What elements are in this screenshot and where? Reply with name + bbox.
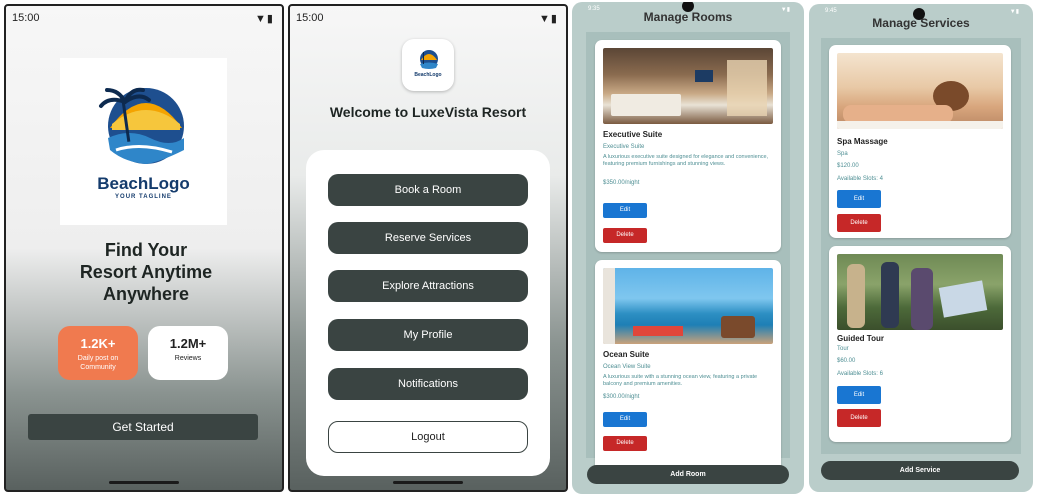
- my-profile-button[interactable]: My Profile: [328, 319, 528, 351]
- edit-button[interactable]: Edit: [603, 412, 647, 427]
- manage-rooms-screen: 9:35 ▼▮ Manage Rooms Executive Suite Exe…: [572, 2, 804, 494]
- status-bar: 15:00 ▼▮: [296, 12, 558, 26]
- chair-shape: [721, 316, 755, 338]
- welcome-title: Welcome to LuxeVista Resort: [329, 104, 527, 120]
- person-shape: [881, 262, 899, 328]
- room-name: Ocean Suite: [603, 350, 650, 359]
- stat-reviews: 1.2M+ Reviews: [148, 326, 228, 380]
- add-service-button[interactable]: Add Service: [821, 461, 1019, 480]
- stat-reviews-value: 1.2M+: [169, 336, 207, 351]
- service-name: Guided Tour: [837, 334, 884, 343]
- person-shape: [847, 264, 865, 328]
- spa-massage-photo: [837, 53, 1003, 129]
- edit-button[interactable]: Edit: [837, 386, 881, 404]
- svg-text:BeachLogo: BeachLogo: [414, 72, 441, 78]
- service-card[interactable]: Spa Massage Spa $120.00 Available Slots:…: [829, 45, 1011, 238]
- stat-posts-label: Daily post on Community: [58, 354, 138, 372]
- room-name: Executive Suite: [603, 130, 663, 139]
- page-title: Manage Rooms: [643, 10, 733, 24]
- book-room-button[interactable]: Book a Room: [328, 174, 528, 206]
- ocean-suite-photo: [603, 268, 773, 344]
- beach-logo-card: BeachLogo YOUR TAGLINE: [60, 58, 227, 225]
- delete-button[interactable]: Delete: [603, 228, 647, 243]
- headline: Find Your Resort Anytime Anywhere: [26, 239, 266, 305]
- page-title: Manage Services: [872, 16, 970, 30]
- room-description: A luxurious suite with a stunning ocean …: [603, 374, 758, 387]
- beach-logo-small-icon: BeachLogo: [414, 50, 442, 78]
- tv-shape: [695, 70, 713, 82]
- service-category: Spa: [837, 151, 848, 157]
- main-menu-screen: 15:00 ▼▮ BeachLogo Welcome to LuxeVista …: [288, 4, 568, 492]
- cushion-shape: [633, 326, 683, 336]
- headline-line-2: Resort Anytime: [79, 262, 213, 282]
- room-card[interactable]: Executive Suite Executive Suite A luxuri…: [595, 40, 781, 252]
- logo-tagline-text: YOUR TAGLINE: [115, 194, 172, 200]
- window-shape: [727, 60, 767, 116]
- headline-line-1: Find Your: [104, 240, 188, 260]
- headline-line-3: Anywhere: [102, 284, 190, 304]
- status-time: 15:00: [12, 12, 40, 24]
- service-price: $120.00: [837, 163, 859, 169]
- room-price: $300.00/night: [603, 394, 640, 400]
- stat-posts-label-line-1: Daily post on: [77, 355, 119, 362]
- wifi-battery-icon: ▼▮: [1009, 9, 1019, 15]
- menu-card: Book a Room Reserve Services Explore Att…: [306, 150, 550, 476]
- map-shape: [938, 280, 988, 318]
- services-list[interactable]: Spa Massage Spa $120.00 Available Slots:…: [821, 38, 1021, 454]
- room-price: $350.00/night: [603, 180, 640, 186]
- delete-button[interactable]: Delete: [603, 436, 647, 451]
- stat-posts-label-line-2: Community: [80, 364, 116, 371]
- room-card[interactable]: Ocean Suite Ocean View Suite A luxurious…: [595, 260, 781, 472]
- home-indicator[interactable]: [109, 481, 179, 484]
- reserve-services-button[interactable]: Reserve Services: [328, 222, 528, 254]
- logo-brand-text: BeachLogo: [97, 174, 190, 193]
- get-started-button[interactable]: Get Started: [28, 414, 258, 440]
- status-time: 9:45: [825, 8, 837, 14]
- status-bar: 15:00 ▼▮: [12, 12, 274, 26]
- stat-daily-posts: 1.2K+ Daily post on Community: [58, 326, 138, 380]
- add-room-button[interactable]: Add Room: [587, 465, 789, 484]
- service-card[interactable]: Guided Tour Tour $60.00 Available Slots:…: [829, 246, 1011, 442]
- stat-posts-value: 1.2K+: [80, 336, 116, 351]
- logout-button[interactable]: Logout: [328, 421, 528, 453]
- edit-button[interactable]: Edit: [603, 203, 647, 218]
- service-slots: Available Slots: 6: [837, 371, 883, 377]
- service-name: Spa Massage: [837, 137, 888, 146]
- rooms-list[interactable]: Executive Suite Executive Suite A luxuri…: [586, 32, 790, 472]
- service-slots: Available Slots: 4: [837, 176, 883, 182]
- delete-button[interactable]: Delete: [837, 214, 881, 232]
- room-type: Executive Suite: [603, 144, 645, 150]
- edit-button[interactable]: Edit: [837, 190, 881, 208]
- screenshot-canvas: 15:00 ▼▮ BeachLogo YOUR TAGLINE Find You…: [0, 0, 1041, 495]
- wifi-battery-icon: ▼▮: [255, 13, 274, 25]
- room-type: Ocean View Suite: [603, 364, 651, 370]
- onboarding-screen: 15:00 ▼▮ BeachLogo YOUR TAGLINE Find You…: [4, 4, 284, 492]
- notifications-button[interactable]: Notifications: [328, 368, 528, 400]
- home-indicator[interactable]: [393, 481, 463, 484]
- service-price: $60.00: [837, 358, 856, 364]
- wifi-battery-icon: ▼▮: [539, 13, 558, 25]
- stat-reviews-label: Reviews: [174, 355, 202, 362]
- status-time: 15:00: [296, 12, 324, 24]
- person-shape: [911, 268, 933, 330]
- app-logo-icon: BeachLogo: [402, 39, 454, 91]
- wall-shape: [603, 268, 615, 344]
- delete-button[interactable]: Delete: [837, 409, 881, 427]
- explore-attractions-button[interactable]: Explore Attractions: [328, 270, 528, 302]
- towel-shape: [837, 121, 1003, 129]
- executive-suite-photo: [603, 48, 773, 124]
- guided-tour-photo: [837, 254, 1003, 330]
- manage-services-screen: 9:45 ▼▮ Manage Services Spa Massage Spa …: [809, 4, 1033, 492]
- bed-shape: [611, 94, 681, 116]
- service-category: Tour: [837, 346, 849, 352]
- room-description: A luxurious executive suite designed for…: [603, 154, 769, 167]
